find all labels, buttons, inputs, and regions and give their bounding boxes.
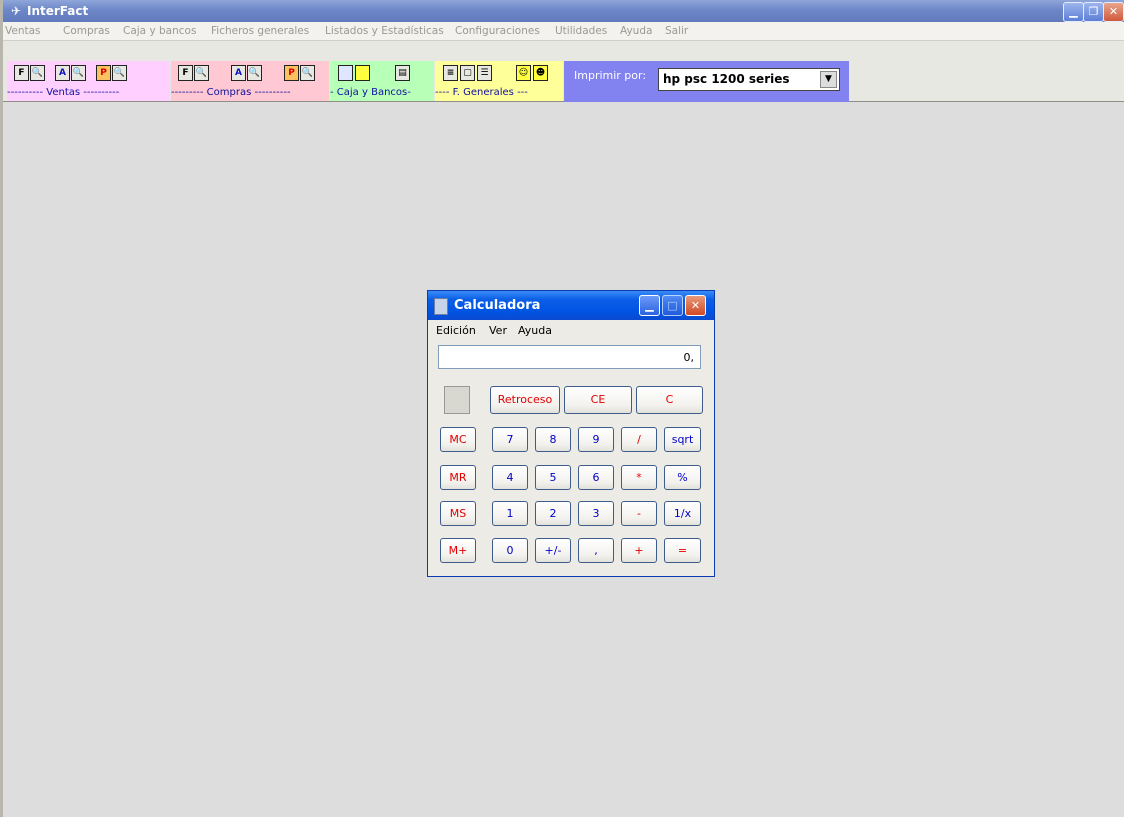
smiley-search-icon[interactable]: ☻: [533, 65, 548, 81]
smiley-icon[interactable]: ☺: [516, 65, 531, 81]
search-albaran-compras-icon[interactable]: 🔍: [247, 65, 262, 81]
mplus-button[interactable]: M+: [440, 538, 476, 563]
search-compras-icon[interactable]: 🔍: [194, 65, 209, 81]
backspace-button[interactable]: Retroceso: [490, 386, 560, 414]
document-icon[interactable]: ☰: [477, 65, 492, 81]
key-multiply[interactable]: *: [621, 465, 657, 490]
menu-ventas[interactable]: Ventas: [5, 22, 41, 40]
caja-label: - Caja y Bancos-: [330, 87, 411, 98]
key-equals[interactable]: =: [664, 538, 701, 563]
calc-menu-ver[interactable]: Ver: [489, 321, 507, 341]
calculator-window: Calculadora ▁ □ ✕ Edición Ver Ayuda 0, R…: [427, 290, 715, 577]
key-decimal[interactable]: ,: [578, 538, 614, 563]
ce-button[interactable]: CE: [564, 386, 632, 414]
printer-select[interactable]: hp psc 1200 series ▼: [658, 68, 840, 91]
calc-close-button[interactable]: ✕: [685, 295, 706, 316]
albaran-compras-icon[interactable]: A: [231, 65, 246, 81]
calculator-icon: [434, 298, 448, 315]
find-icon[interactable]: ▢: [460, 65, 475, 81]
calc-menu-edicion[interactable]: Edición: [436, 321, 476, 341]
calc-menu-ayuda[interactable]: Ayuda: [518, 321, 552, 341]
search-presupuesto-icon[interactable]: 🔍: [112, 65, 127, 81]
key-sqrt[interactable]: sqrt: [664, 427, 701, 452]
app-icon: ✈: [10, 4, 22, 18]
compras-label: --------- Compras ----------: [171, 87, 291, 98]
caja-icon[interactable]: [338, 65, 353, 81]
mc-button[interactable]: MC: [440, 427, 476, 452]
menu-ficheros-generales[interactable]: Ficheros generales: [211, 22, 309, 40]
search-ventas-icon[interactable]: 🔍: [30, 65, 45, 81]
calculator-title: Calculadora: [454, 298, 541, 313]
menu-configuraciones[interactable]: Configuraciones: [455, 22, 540, 40]
key-percent[interactable]: %: [664, 465, 701, 490]
search-albaran-icon[interactable]: 🔍: [71, 65, 86, 81]
key-minus[interactable]: -: [621, 501, 657, 526]
key-divide[interactable]: /: [621, 427, 657, 452]
key-4[interactable]: 4: [492, 465, 528, 490]
key-plus[interactable]: +: [621, 538, 657, 563]
key-7[interactable]: 7: [492, 427, 528, 452]
list-icon[interactable]: ≡: [443, 65, 458, 81]
presupuesto-compras-icon[interactable]: P: [284, 65, 299, 81]
factura-ventas-icon[interactable]: F: [14, 65, 29, 81]
chevron-down-icon[interactable]: ▼: [820, 71, 837, 88]
calculator-display: 0,: [438, 345, 701, 369]
menu-utilidades[interactable]: Utilidades: [555, 22, 607, 40]
key-plus-minus[interactable]: +/-: [535, 538, 571, 563]
lock-icon[interactable]: ▤: [395, 65, 410, 81]
ms-button[interactable]: MS: [440, 501, 476, 526]
printer-value: hp psc 1200 series: [663, 72, 790, 86]
menu-bar: Ventas Compras Caja y bancos Ficheros ge…: [3, 22, 1124, 41]
calculator-menu: Edición Ver Ayuda: [428, 321, 714, 341]
memory-indicator: [444, 386, 470, 414]
search-presupuesto-compras-icon[interactable]: 🔍: [300, 65, 315, 81]
restore-button[interactable]: ❐: [1083, 2, 1104, 22]
ventas-label: ---------- Ventas ----------: [7, 87, 120, 98]
menu-listados[interactable]: Listados y Estadísticas: [325, 22, 444, 40]
print-label: Imprimir por:: [574, 69, 647, 82]
albaran-ventas-icon[interactable]: A: [55, 65, 70, 81]
factura-compras-icon[interactable]: F: [178, 65, 193, 81]
calc-maximize-button[interactable]: □: [662, 295, 683, 316]
key-3[interactable]: 3: [578, 501, 614, 526]
calc-minimize-button[interactable]: ▁: [639, 295, 660, 316]
menu-ayuda[interactable]: Ayuda: [620, 22, 652, 40]
caja-search-icon[interactable]: [355, 65, 370, 81]
close-button[interactable]: ✕: [1103, 2, 1124, 22]
key-5[interactable]: 5: [535, 465, 571, 490]
calculator-titlebar[interactable]: Calculadora ▁ □ ✕: [428, 291, 714, 320]
key-1[interactable]: 1: [492, 501, 528, 526]
presupuesto-ventas-icon[interactable]: P: [96, 65, 111, 81]
key-0[interactable]: 0: [492, 538, 528, 563]
mr-button[interactable]: MR: [440, 465, 476, 490]
toolbar: F 🔍 A 🔍 P 🔍 F 🔍 A 🔍 P 🔍 ▤ ≡ ▢ ☰ ☺ ☻ ----…: [3, 41, 1124, 102]
key-reciprocal[interactable]: 1/x: [664, 501, 701, 526]
menu-compras[interactable]: Compras: [63, 22, 110, 40]
menu-salir[interactable]: Salir: [665, 22, 688, 40]
key-6[interactable]: 6: [578, 465, 614, 490]
menu-caja-bancos[interactable]: Caja y bancos: [123, 22, 196, 40]
c-button[interactable]: C: [636, 386, 703, 414]
app-titlebar[interactable]: ✈ InterFact ▁ ❐ ✕: [3, 0, 1124, 22]
fgenerales-label: ---- F. Generales ---: [435, 87, 528, 98]
key-9[interactable]: 9: [578, 427, 614, 452]
key-2[interactable]: 2: [535, 501, 571, 526]
app-title: InterFact: [27, 4, 89, 18]
minimize-button[interactable]: ▁: [1063, 2, 1084, 22]
key-8[interactable]: 8: [535, 427, 571, 452]
print-panel: Imprimir por: hp psc 1200 series ▼: [564, 61, 849, 102]
